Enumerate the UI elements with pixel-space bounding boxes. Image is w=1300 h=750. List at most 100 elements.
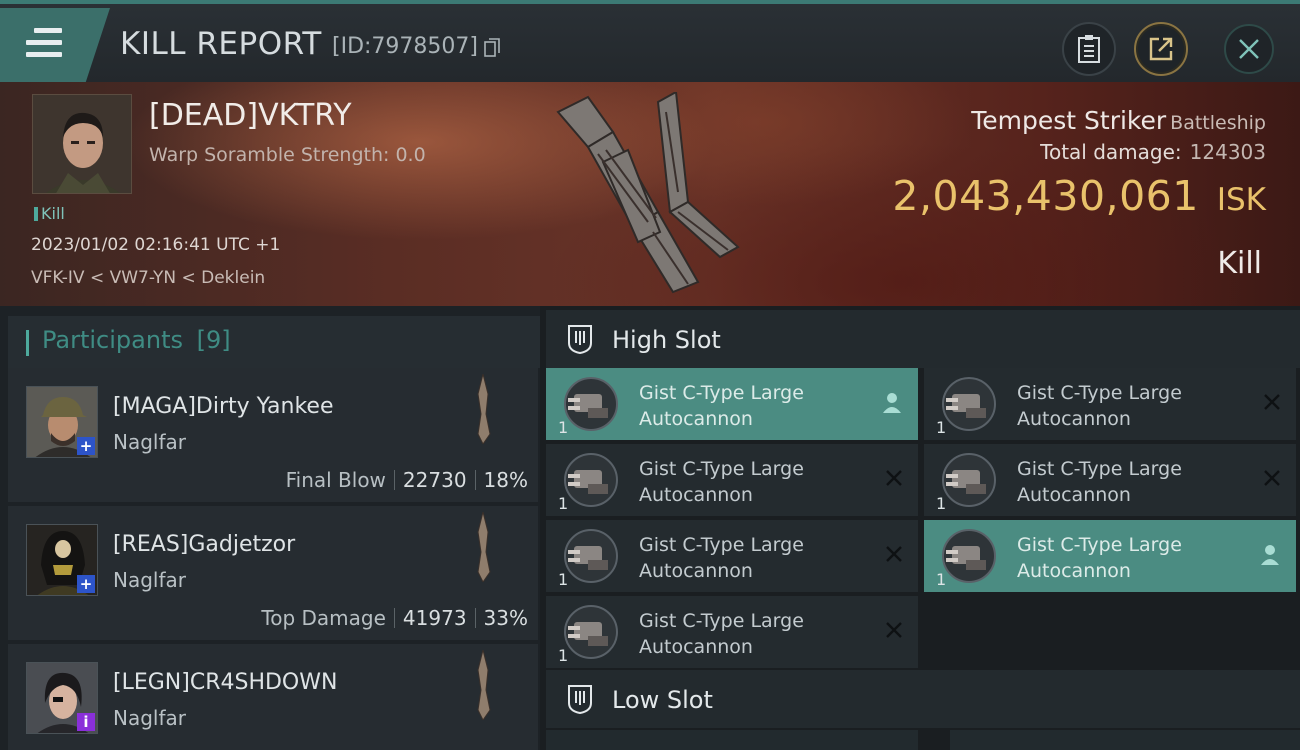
module-slot[interactable]: 1 Gist C-Type Large Autocannon: [924, 368, 1296, 440]
menu-button[interactable]: [0, 8, 110, 82]
info-icon: i: [77, 713, 95, 731]
module-quantity: 1: [936, 418, 947, 437]
module-slot[interactable]: [950, 730, 1300, 750]
module-name: Gist C-Type Large Autocannon: [1017, 382, 1182, 430]
participant-damage: 22730: [402, 468, 467, 492]
kill-location[interactable]: VFK-IV < VW7-YN < Deklein: [31, 268, 265, 288]
kill-datetime: 2023/01/02 02:16:41 UTC +1: [31, 235, 281, 255]
ship-icon: [477, 512, 491, 582]
participant-row[interactable]: + [REAS]Gadjetzor Naglfar Top Damage 4197…: [8, 506, 538, 640]
low-slot-title: Low Slot: [612, 686, 713, 714]
ship-icon: [477, 650, 491, 720]
module-quantity: 1: [558, 570, 569, 589]
autocannon-icon: [942, 453, 996, 507]
module-name: Gist C-Type Large Autocannon: [1017, 534, 1182, 582]
autocannon-icon: [942, 377, 996, 431]
victim-ship[interactable]: Tempest Striker Battleship: [971, 106, 1266, 135]
isk-value: 2,043,430,061 ISK: [892, 172, 1266, 220]
total-damage: Total damage: 124303: [1040, 140, 1266, 164]
participant-stats: Final Blow 22730 18%: [286, 468, 528, 492]
low-slot-header: Low Slot: [546, 670, 1300, 728]
avatar[interactable]: +: [26, 386, 98, 458]
module-slot[interactable]: 1 Gist C-Type Large Autocannon: [924, 520, 1296, 592]
autocannon-icon: [942, 529, 996, 583]
ship-icon: [477, 374, 491, 444]
isk-amount: 2,043,430,061: [892, 172, 1199, 220]
avatar[interactable]: +: [26, 524, 98, 596]
result-label: Kill: [1217, 246, 1262, 281]
dropped-icon: [1261, 545, 1279, 565]
participant-role: Top Damage: [261, 606, 386, 630]
dropped-icon: [883, 393, 901, 413]
module-slot[interactable]: 1 Gist C-Type Large Autocannon: [546, 596, 918, 668]
warp-scramble-strength: Warp Soramble Strength: 0.0: [149, 144, 426, 166]
ship-name: Tempest Striker: [971, 106, 1167, 135]
victim-portrait[interactable]: [32, 94, 132, 194]
victim-name[interactable]: [DEAD]VKTRY: [149, 98, 352, 133]
module-quantity: 1: [936, 570, 947, 589]
report-button[interactable]: [1062, 22, 1116, 76]
high-slot-title: High Slot: [612, 326, 721, 354]
autocannon-icon: [564, 605, 618, 659]
participant-row[interactable]: i [LEGN]CR4SHDOWN Naglfar: [8, 644, 538, 750]
hamburger-icon: [26, 28, 62, 58]
module-quantity: 1: [558, 646, 569, 665]
participant-damage: 41973: [402, 606, 467, 630]
module-slot[interactable]: 1 Gist C-Type Large Autocannon: [546, 444, 918, 516]
participant-role: Final Blow: [285, 468, 386, 492]
participant-ship: Naglfar: [113, 430, 186, 454]
title-bar: KILL REPORT [ID:7978507]: [0, 0, 1300, 82]
total-damage-value: 124303: [1189, 140, 1266, 164]
isk-unit: ISK: [1216, 182, 1266, 218]
avatar[interactable]: i: [26, 662, 98, 734]
report-id: [ID:7978507]: [332, 34, 478, 59]
module-name: Gist C-Type Large Autocannon: [639, 534, 804, 582]
plus-icon: +: [77, 437, 95, 455]
plus-icon: +: [77, 575, 95, 593]
ship-class: Battleship: [1170, 112, 1266, 134]
share-button[interactable]: [1134, 22, 1188, 76]
participant-percent: 18%: [483, 468, 528, 492]
module-name: Gist C-Type Large Autocannon: [1017, 458, 1182, 506]
destroyed-icon: [886, 546, 902, 562]
participants-count: [9]: [196, 326, 231, 354]
destroyed-icon: [886, 622, 902, 638]
autocannon-icon: [564, 453, 618, 507]
destroyed-icon: [1264, 394, 1280, 410]
victim-banner: [DEAD]VKTRY Warp Soramble Strength: 0.0 …: [0, 82, 1300, 306]
module-slot[interactable]: 1 Gist C-Type Large Autocannon: [546, 368, 918, 440]
low-slot-icon: [568, 685, 592, 715]
participant-stats: Top Damage 41973 33%: [261, 606, 528, 630]
participant-row[interactable]: + [MAGA]Dirty Yankee Naglfar Final Blow 2…: [8, 368, 538, 502]
module-slot[interactable]: 1 Gist C-Type Large Autocannon: [546, 520, 918, 592]
module-quantity: 1: [558, 418, 569, 437]
share-icon: [1149, 37, 1173, 61]
autocannon-icon: [564, 377, 618, 431]
module-quantity: 1: [558, 494, 569, 513]
fitting-panel: High Slot 1 Gist C-Type Large Autocannon…: [540, 306, 1300, 750]
participant-ship: Naglfar: [113, 568, 186, 592]
module-name: Gist C-Type Large Autocannon: [639, 458, 804, 506]
module-quantity: 1: [936, 494, 947, 513]
destroyed-icon: [1264, 470, 1280, 486]
module-name: Gist C-Type Large Autocannon: [639, 382, 804, 430]
high-slot-icon: [568, 325, 592, 355]
character-portrait-icon: [33, 95, 131, 193]
close-icon: [1239, 39, 1259, 59]
close-button[interactable]: [1224, 24, 1274, 74]
participants-header: Participants [9]: [8, 316, 540, 368]
total-damage-label: Total damage:: [1040, 140, 1182, 164]
participant-name: [REAS]Gadjetzor: [113, 532, 296, 557]
module-slot[interactable]: 1 Gist C-Type Large Autocannon: [924, 444, 1296, 516]
high-slot-header: High Slot: [546, 310, 1300, 368]
participant-name: [LEGN]CR4SHDOWN: [113, 670, 338, 695]
copy-icon[interactable]: [484, 38, 500, 58]
clipboard-icon: [1078, 35, 1100, 63]
destroyed-icon: [886, 470, 902, 486]
participant-percent: 33%: [483, 606, 528, 630]
participant-ship: Naglfar: [113, 706, 186, 730]
module-slot[interactable]: [546, 730, 918, 750]
ship-render-icon: [556, 92, 740, 294]
participant-name: [MAGA]Dirty Yankee: [113, 394, 334, 419]
participants-title: Participants: [42, 326, 183, 354]
